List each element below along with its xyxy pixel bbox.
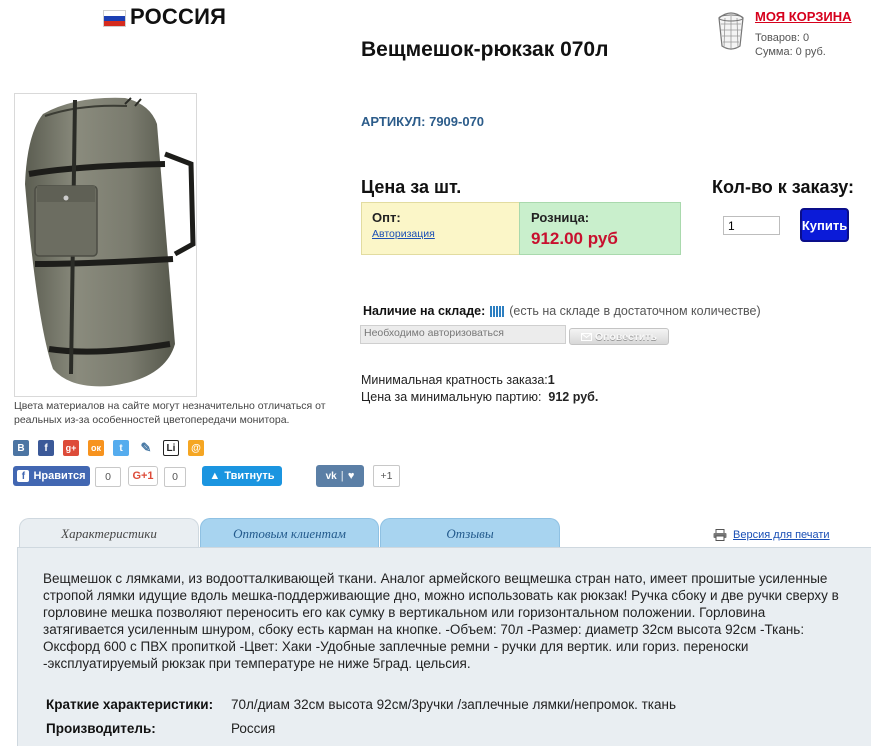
- vk-share-icon[interactable]: В: [13, 440, 29, 456]
- heart-icon: ♥: [347, 470, 355, 482]
- notify-label: Оповестить: [595, 330, 657, 343]
- twitter-bird-icon: ▲: [209, 470, 221, 482]
- tweet-label: Твитнуть: [224, 470, 275, 482]
- wholesale-label: Опт:: [372, 210, 401, 225]
- facebook-icon: f: [17, 470, 30, 482]
- backpack-image: [25, 97, 196, 387]
- facebook-share-icon[interactable]: f: [38, 440, 54, 456]
- characteristics-panel: Вещмешок с лямками, из водоотталкивающей…: [17, 547, 871, 746]
- envelope-icon: [581, 332, 592, 341]
- cart-sum: Сумма: 0 руб.: [755, 46, 826, 58]
- notify-email-field[interactable]: Необходимо авторизоваться: [360, 325, 566, 344]
- spec-row-manufacturer: Производитель: Россия: [46, 721, 275, 736]
- min-batch-price: Цена за минимальную партию: 912 руб.: [361, 390, 598, 404]
- min-multiplicity-label: Минимальная кратность заказа:: [361, 373, 548, 387]
- cart-link[interactable]: МОЯ КОРЗИНА: [755, 9, 852, 24]
- min-batch-value: 912 руб.: [548, 390, 599, 404]
- livejournal-share-icon[interactable]: ✎: [138, 440, 154, 456]
- tab-wholesale-clients[interactable]: Оптовым клиентам: [200, 518, 379, 548]
- print-version-link[interactable]: Версия для печати: [713, 529, 830, 541]
- price-heading: Цена за шт.: [361, 177, 462, 197]
- stock-status: Наличие на складе: (есть на складе в дос…: [363, 304, 761, 318]
- buy-button[interactable]: Купить: [800, 208, 849, 242]
- tab-reviews[interactable]: Отзывы: [380, 518, 560, 548]
- login-link[interactable]: Авторизация: [372, 228, 435, 240]
- facebook-like-button[interactable]: f Нравится: [13, 466, 90, 486]
- retail-price-box: Розница: 912.00 руб: [519, 202, 681, 255]
- twitter-share-icon[interactable]: t: [113, 440, 129, 456]
- google-plus-share-icon[interactable]: g+: [63, 440, 79, 456]
- spec-label: Краткие характеристики:: [46, 697, 214, 712]
- printer-icon: [713, 529, 727, 541]
- stock-text: (есть на складе в достаточном количестве…: [509, 304, 761, 318]
- vk-like-button[interactable]: vk | ♥: [316, 465, 364, 487]
- odnoklassniki-share-icon[interactable]: ок: [88, 440, 104, 456]
- min-batch-label: Цена за минимальную партию:: [361, 390, 542, 404]
- product-title: Вещмешок-рюкзак 070л: [361, 38, 609, 61]
- basket-icon[interactable]: [713, 8, 749, 52]
- quantity-input[interactable]: [723, 216, 780, 235]
- cart-items-count: Товаров: 0: [755, 32, 810, 44]
- region-selector[interactable]: РОССИЯ: [130, 4, 226, 30]
- color-disclaimer: Цвета материалов на сайте могут незначит…: [14, 400, 326, 426]
- google-plus-count: 0: [164, 467, 186, 487]
- product-description: Вещмешок с лямками, из водоотталкивающей…: [43, 571, 839, 671]
- min-multiplicity-value: 1: [547, 373, 555, 387]
- vk-like-count: +1: [373, 465, 400, 487]
- product-article: АРТИКУЛ: 7909-070: [361, 114, 485, 129]
- spec-value: Россия: [231, 721, 276, 736]
- stock-level-icon: [490, 305, 505, 317]
- google-plus-button[interactable]: G+1: [128, 466, 158, 486]
- wholesale-price-box: Опт: Авторизация: [361, 202, 521, 255]
- mail-share-icon[interactable]: @: [188, 440, 204, 456]
- facebook-like-count: 0: [95, 467, 121, 487]
- min-multiplicity: Минимальная кратность заказа:1: [361, 373, 555, 387]
- retail-label: Розница:: [531, 210, 590, 225]
- product-image[interactable]: [14, 93, 197, 397]
- tweet-button[interactable]: ▲ Твитнуть: [202, 466, 282, 486]
- spec-value: 70л/диам 32см высота 92см/3ручки /заплеч…: [231, 697, 677, 712]
- print-version-label: Версия для печати: [733, 529, 830, 541]
- spec-row-short: Краткие характеристики: 70л/диам 32см выс…: [46, 697, 676, 712]
- stock-label: Наличие на складе:: [363, 304, 486, 318]
- facebook-like-label: Нравится: [33, 470, 86, 482]
- spec-label: Производитель:: [46, 721, 156, 736]
- qty-heading: Кол-во к заказу:: [712, 177, 855, 197]
- share-icons: В f g+ ок t ✎ Li @: [13, 440, 204, 456]
- liveinternet-share-icon[interactable]: Li: [163, 440, 179, 456]
- russia-flag-icon: [103, 10, 126, 27]
- notify-button[interactable]: Оповестить: [569, 328, 669, 345]
- vk-icon: vk: [325, 470, 337, 482]
- retail-price: 912.00 руб: [531, 229, 618, 248]
- tab-characteristics[interactable]: Характеристики: [19, 518, 199, 549]
